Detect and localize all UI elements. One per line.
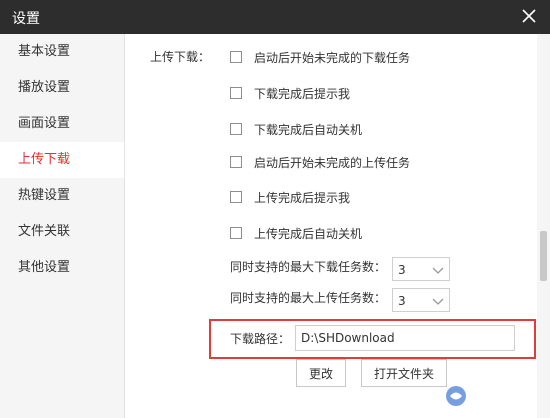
title-bar: 设置 [0, 0, 550, 34]
max-upload-label: 同时支持的最大上传任务数： [230, 291, 387, 305]
option-notify-download-complete[interactable]: 下载完成后提示我 [230, 84, 350, 102]
watermark-logo [444, 383, 544, 412]
checkbox[interactable] [230, 191, 242, 203]
sidebar-item-hotkeys[interactable]: 热键设置 [0, 178, 124, 214]
download-path-label: 下载路径： [230, 332, 291, 346]
option-label: 下载完成后提示我 [254, 86, 351, 101]
option-shutdown-after-download[interactable]: 下载完成后自动关机 [230, 120, 362, 138]
checkbox[interactable] [230, 87, 242, 99]
option-notify-upload-complete[interactable]: 上传完成后提示我 [230, 188, 350, 206]
option-label: 上传完成后提示我 [254, 190, 351, 205]
option-resume-uploads[interactable]: 启动后开始未完成的上传任务 [230, 153, 410, 171]
close-icon[interactable] [520, 7, 538, 25]
settings-window: 设置 基本设置 播放设置 画面设置 上传下载 热键设置 文件关联 其他设置 上传… [0, 0, 550, 418]
chevron-down-icon [432, 298, 444, 305]
checkbox[interactable] [230, 156, 242, 168]
option-label: 启动后开始未完成的上传任务 [254, 155, 411, 170]
option-label: 启动后开始未完成的下载任务 [254, 50, 411, 65]
section-label: 上传下载： [150, 50, 211, 64]
open-folder-button[interactable]: 打开文件夹 [361, 359, 447, 387]
max-download-label: 同时支持的最大下载任务数： [230, 260, 387, 274]
checkbox[interactable] [230, 227, 242, 239]
sidebar-item-basic[interactable]: 基本设置 [0, 34, 124, 70]
sidebar-item-file-association[interactable]: 文件关联 [0, 214, 124, 250]
max-download-value: 3 [398, 263, 406, 277]
settings-sidebar: 基本设置 播放设置 画面设置 上传下载 热键设置 文件关联 其他设置 [0, 34, 125, 418]
max-upload-value: 3 [398, 294, 406, 308]
max-upload-select[interactable]: 3 [392, 288, 450, 312]
checkbox[interactable] [230, 51, 242, 63]
option-resume-downloads[interactable]: 启动后开始未完成的下载任务 [230, 48, 410, 66]
download-path-input[interactable] [295, 325, 515, 351]
change-path-button[interactable]: 更改 [296, 359, 346, 387]
option-shutdown-after-upload[interactable]: 上传完成后自动关机 [230, 224, 362, 242]
window-title: 设置 [12, 11, 40, 27]
sidebar-item-upload-download[interactable]: 上传下载 [0, 142, 124, 178]
sidebar-item-playback[interactable]: 播放设置 [0, 70, 124, 106]
scrollbar-thumb[interactable] [540, 231, 547, 281]
chevron-down-icon [432, 267, 444, 274]
option-label: 上传完成后自动关机 [254, 226, 363, 241]
sidebar-item-other[interactable]: 其他设置 [0, 250, 124, 286]
max-download-select[interactable]: 3 [392, 257, 450, 281]
option-label: 下载完成后自动关机 [254, 122, 363, 137]
scrollbar-track[interactable] [537, 34, 550, 418]
checkbox[interactable] [230, 123, 242, 135]
settings-content: 上传下载： 启动后开始未完成的下载任务 下载完成后提示我 下载完成后自动关机 启… [125, 34, 537, 418]
sidebar-item-picture[interactable]: 画面设置 [0, 106, 124, 142]
site-logo-icon [446, 386, 466, 406]
